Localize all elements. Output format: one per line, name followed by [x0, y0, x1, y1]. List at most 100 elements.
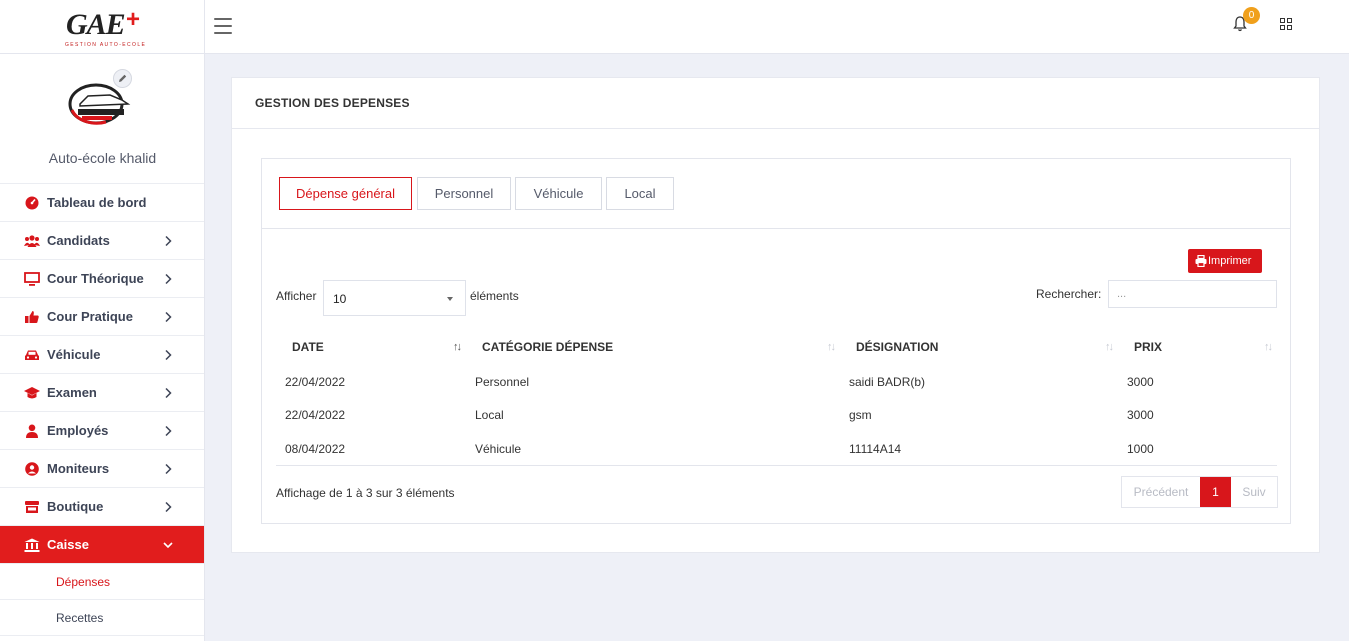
car-icon [25, 350, 39, 360]
expenses-card: GESTION DES DEPENSES Dépense général Per… [231, 77, 1320, 553]
page-size-select[interactable]: 10 [323, 280, 466, 316]
column-header-label: PRIX [1134, 340, 1163, 354]
sidebar: Auto-école khalid Tableau de bord Candid… [0, 54, 205, 641]
print-button[interactable]: Imprimer [1188, 249, 1262, 273]
column-header-designation[interactable]: DÉSIGNATION ↑↓ [840, 329, 1118, 365]
caret-down-icon [447, 297, 453, 301]
cell-designation: saidi BADR(b) [849, 374, 926, 389]
dashboard-icon [25, 196, 39, 210]
tab-personnel[interactable]: Personnel [417, 177, 511, 210]
sidebar-item-label: Véhicule [47, 347, 101, 362]
sort-icon: ↑↓ [453, 341, 462, 353]
pagination-page-1[interactable]: 1 [1200, 477, 1231, 507]
chevron-right-icon [165, 387, 172, 399]
chevron-right-icon [165, 273, 172, 285]
sidebar-item-boutique[interactable]: Boutique [0, 488, 204, 526]
elements-label: éléments [470, 289, 519, 303]
column-header-categorie[interactable]: CATÉGORIE DÉPENSE ↑↓ [466, 329, 840, 365]
search-label: Rechercher: [1036, 287, 1102, 301]
top-bar: GAE + GESTION AUTO-ECOLE 0 [0, 0, 1349, 54]
column-header-label: DÉSIGNATION [856, 340, 939, 354]
sidebar-item-dashboard[interactable]: Tableau de bord [0, 184, 204, 222]
search-input[interactable] [1108, 280, 1277, 308]
sidebar-item-label: Caisse [47, 537, 89, 552]
tab-local[interactable]: Local [606, 177, 674, 210]
divider [232, 128, 1319, 129]
notification-badge: 0 [1243, 7, 1260, 24]
school-name: Auto-école khalid [48, 150, 157, 166]
table-row: 22/04/2022 Local gsm 3000 [276, 399, 1277, 433]
chevron-right-icon [165, 349, 172, 361]
tab-vehicule[interactable]: Véhicule [515, 177, 602, 210]
cell-categorie: Local [475, 408, 504, 423]
logo-subtitle: GESTION AUTO-ECOLE [65, 42, 147, 48]
chevron-right-icon [165, 235, 172, 247]
printer-icon [1195, 255, 1207, 267]
cell-date: 22/04/2022 [285, 374, 346, 389]
sidebar-item-employes[interactable]: Employés [0, 412, 204, 450]
sidebar-item-label: Cour Théorique [47, 271, 144, 286]
monitor-icon [24, 272, 40, 286]
table-info: Affichage de 1 à 3 sur 3 éléments [276, 486, 455, 500]
divider [262, 228, 1290, 229]
sidebar-item-moniteurs[interactable]: Moniteurs [0, 450, 204, 488]
cell-designation: 11114A14 [840, 432, 1118, 466]
sidebar-item-vehicule[interactable]: Véhicule [0, 336, 204, 374]
sidebar-item-label: Candidats [47, 233, 110, 248]
app-logo[interactable]: GAE + GESTION AUTO-ECOLE [62, 6, 152, 48]
page-size-value: 10 [333, 292, 347, 306]
sidebar-item-caisse[interactable]: Caisse [0, 526, 204, 564]
tab-depense-general[interactable]: Dépense général [279, 177, 412, 210]
sidebar-item-label: Moniteurs [47, 461, 110, 476]
logo-plus-icon: + [126, 6, 141, 33]
store-icon [25, 501, 39, 513]
column-header-prix[interactable]: PRIX ↑↓ [1118, 329, 1277, 365]
cell-categorie: Personnel [475, 374, 530, 389]
sidebar-item-candidats[interactable]: Candidats [0, 222, 204, 260]
table-header-row: DATE ↑↓ CATÉGORIE DÉPENSE ↑↓ DÉSIGNATION ↑↓… [276, 329, 1277, 365]
column-header-date[interactable]: DATE ↑↓ [276, 329, 466, 365]
chevron-right-icon [165, 425, 172, 437]
pagination: Précédent 1 Suiv [1121, 476, 1278, 508]
sidebar-item-examen[interactable]: Examen [0, 374, 204, 412]
sort-icon: ↑↓ [827, 341, 836, 353]
pagination-next[interactable]: Suiv [1231, 477, 1277, 507]
school-profile: Auto-école khalid [0, 54, 204, 184]
cell-designation: gsm [849, 408, 872, 423]
edit-profile-button[interactable] [113, 69, 132, 88]
cell-prix: 3000 [1127, 374, 1154, 389]
sort-icon: ↑↓ [1264, 341, 1273, 353]
sidebar-item-label: Boutique [47, 499, 104, 514]
users-icon [24, 235, 40, 247]
brand: GAE + GESTION AUTO-ECOLE [0, 0, 205, 54]
chevron-right-icon [165, 463, 172, 475]
cell-categorie: Véhicule [466, 432, 840, 466]
cell-prix: 3000 [1127, 408, 1154, 423]
user-circle-icon [25, 462, 39, 476]
column-header-label: DATE [292, 340, 324, 354]
chevron-right-icon [165, 501, 172, 513]
expenses-panel: Dépense général Personnel Véhicule Local… [261, 158, 1291, 524]
cell-date: 08/04/2022 [276, 432, 466, 466]
expenses-table: DATE ↑↓ CATÉGORIE DÉPENSE ↑↓ DÉSIGNATION ↑↓… [276, 329, 1277, 466]
apps-grid-icon[interactable] [1280, 18, 1294, 32]
bank-icon [24, 538, 40, 552]
thumbs-up-icon [25, 311, 39, 323]
table-row: 22/04/2022 Personnel saidi BADR(b) 3000 [276, 365, 1277, 399]
sidebar-subitem-depenses[interactable]: Dépenses [0, 564, 204, 600]
column-header-label: CATÉGORIE DÉPENSE [482, 340, 614, 354]
sidebar-item-label: Examen [47, 385, 97, 400]
show-label: Afficher [276, 289, 317, 303]
sidebar-subitem-label: Recettes [56, 611, 104, 625]
sidebar-item-label: Employés [47, 423, 109, 438]
sidebar-subitem-recettes[interactable]: Recettes [0, 600, 204, 636]
user-icon [26, 424, 38, 438]
pagination-previous[interactable]: Précédent [1122, 477, 1200, 507]
chevron-down-icon [163, 542, 173, 549]
sidebar-item-cour-theorique[interactable]: Cour Théorique [0, 260, 204, 298]
sort-icon: ↑↓ [1105, 341, 1114, 353]
sidebar-item-cour-pratique[interactable]: Cour Pratique [0, 298, 204, 336]
cell-date: 22/04/2022 [285, 408, 346, 423]
graduation-cap-icon [24, 387, 40, 399]
menu-toggle-icon[interactable] [214, 18, 232, 34]
